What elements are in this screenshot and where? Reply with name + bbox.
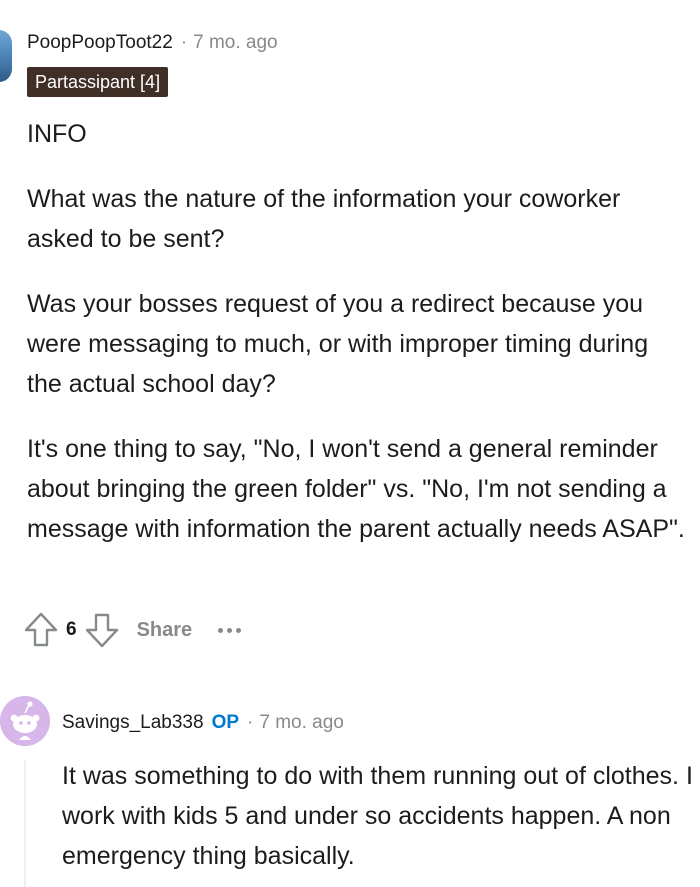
downvote-arrow-svg — [85, 613, 118, 648]
reply-body: It was something to do with them running… — [62, 756, 698, 876]
comment-timestamp[interactable]: 7 mo. ago — [193, 32, 278, 53]
more-dots-icon[interactable] — [218, 620, 242, 640]
op-badge: OP — [211, 712, 240, 733]
upvote-arrow-svg — [24, 612, 58, 647]
comment-paragraph: It's one thing to say, "No, I won't send… — [27, 435, 685, 543]
comment-paragraph: What was the nature of the information y… — [27, 185, 621, 253]
share-button[interactable]: Share — [137, 619, 193, 642]
reply-avatar[interactable] — [0, 696, 50, 746]
comment-header: PoopPoopToot22 · 7 mo. ago — [27, 30, 278, 56]
arrow-up-icon[interactable] — [22, 611, 60, 649]
meta-separator: · — [180, 32, 188, 53]
comment-action-bar: 6 Share — [22, 610, 242, 650]
reply-username[interactable]: Savings_Lab338 — [62, 712, 204, 733]
dot-shape — [218, 627, 224, 633]
reply-header: Savings_Lab338 OP · 7 mo. ago — [62, 709, 344, 737]
dot-shape — [236, 627, 242, 633]
meta-separator: · — [247, 712, 254, 733]
vote-score: 6 — [66, 619, 77, 640]
reply-paragraph: It was something to do with them running… — [62, 762, 693, 870]
reply-timestamp[interactable]: 7 mo. ago — [259, 712, 344, 733]
snoo-avatar-icon — [0, 696, 50, 746]
comment-body: INFO What was the nature of the informat… — [27, 114, 687, 574]
comment-username[interactable]: PoopPoopToot22 — [27, 32, 173, 53]
comment-paragraph: Was your bosses request of you a redirec… — [27, 290, 649, 398]
arrow-down-icon[interactable] — [83, 611, 121, 649]
user-avatar[interactable] — [0, 30, 12, 82]
comment-paragraph: INFO — [27, 120, 87, 148]
dot-shape — [227, 627, 233, 633]
thread-line[interactable] — [24, 760, 26, 887]
user-flair: Partassipant [4] — [27, 67, 169, 97]
